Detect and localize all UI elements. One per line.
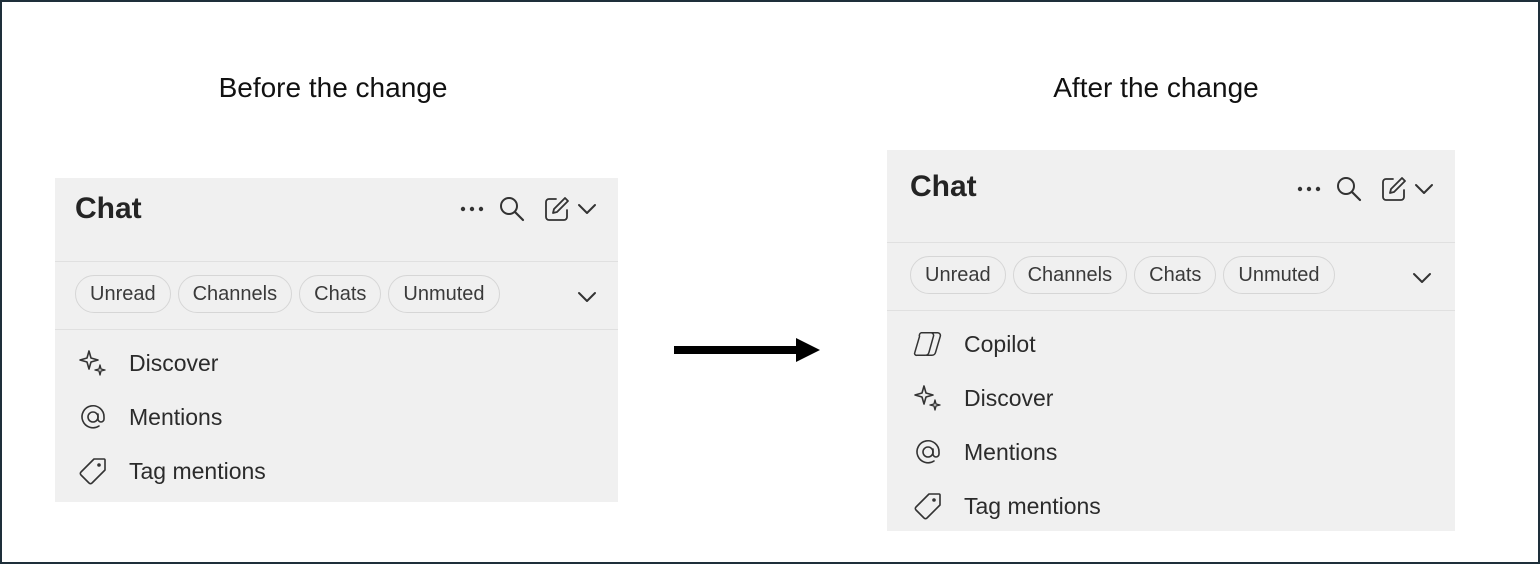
chat-panel-before: Chat Unread Channels Chats Unmuted Disco… (55, 178, 618, 502)
list-item-label: Mentions (964, 438, 1058, 465)
more-options-icon[interactable] (452, 192, 492, 226)
list-item-copilot[interactable]: Copilot (887, 317, 1455, 371)
comparison-frame: Before the change After the change Chat (0, 0, 1540, 564)
after-caption: After the change (1053, 72, 1259, 103)
expand-filters-chevron-icon[interactable] (1407, 263, 1437, 293)
compose-group (1377, 172, 1437, 206)
sparkle-icon (77, 347, 109, 379)
compose-group (540, 192, 600, 226)
chat-list: Copilot Discover Mentions Tag mentions (887, 311, 1455, 533)
before-caption: Before the change (218, 72, 448, 103)
filter-channels[interactable]: Channels (1012, 256, 1128, 294)
panel-header: Chat (887, 150, 1455, 243)
right-arrow-icon (674, 338, 820, 362)
panel-title: Chat (910, 170, 977, 203)
header-actions (1289, 172, 1437, 206)
list-item-mentions[interactable]: Mentions (55, 390, 618, 444)
compose-icon[interactable] (1377, 172, 1411, 206)
filter-unmuted[interactable]: Unmuted (1223, 256, 1335, 294)
list-item-tag-mentions[interactable]: Tag mentions (887, 479, 1455, 533)
search-icon[interactable] (492, 192, 532, 226)
filter-bar: Unread Channels Chats Unmuted (887, 243, 1455, 311)
filter-unread[interactable]: Unread (910, 256, 1006, 294)
panel-header: Chat (55, 178, 618, 262)
list-item-label: Discover (964, 384, 1054, 411)
list-item-discover[interactable]: Discover (55, 336, 618, 390)
copilot-icon (912, 328, 944, 360)
filter-bar: Unread Channels Chats Unmuted (55, 262, 618, 330)
search-icon[interactable] (1329, 172, 1369, 206)
filter-chats[interactable]: Chats (299, 275, 382, 313)
sparkle-icon (912, 382, 944, 414)
tag-icon (912, 490, 944, 522)
list-item-tag-mentions[interactable]: Tag mentions (55, 444, 618, 498)
filter-unread[interactable]: Unread (75, 275, 171, 313)
chevron-down-icon[interactable] (574, 192, 600, 226)
tag-icon (77, 455, 109, 487)
header-actions (452, 192, 600, 226)
at-sign-icon (77, 401, 109, 433)
list-item-label: Mentions (129, 403, 223, 430)
chevron-down-icon[interactable] (1411, 172, 1437, 206)
filter-channels[interactable]: Channels (177, 275, 293, 313)
list-item-label: Tag mentions (964, 492, 1101, 519)
list-item-label: Tag mentions (129, 457, 266, 484)
more-options-icon[interactable] (1289, 172, 1329, 206)
at-sign-icon (912, 436, 944, 468)
list-item-label: Discover (129, 349, 219, 376)
expand-filters-chevron-icon[interactable] (572, 282, 602, 312)
chat-list: Discover Mentions Tag mentions (55, 330, 618, 498)
panel-title: Chat (75, 192, 142, 225)
filter-chats[interactable]: Chats (1134, 256, 1217, 294)
compose-icon[interactable] (540, 192, 574, 226)
list-item-discover[interactable]: Discover (887, 371, 1455, 425)
filter-unmuted[interactable]: Unmuted (388, 275, 500, 313)
chat-panel-after: Chat Unread Channels Chats Unmuted Copil… (887, 150, 1455, 531)
list-item-mentions[interactable]: Mentions (887, 425, 1455, 479)
list-item-label: Copilot (964, 330, 1036, 357)
